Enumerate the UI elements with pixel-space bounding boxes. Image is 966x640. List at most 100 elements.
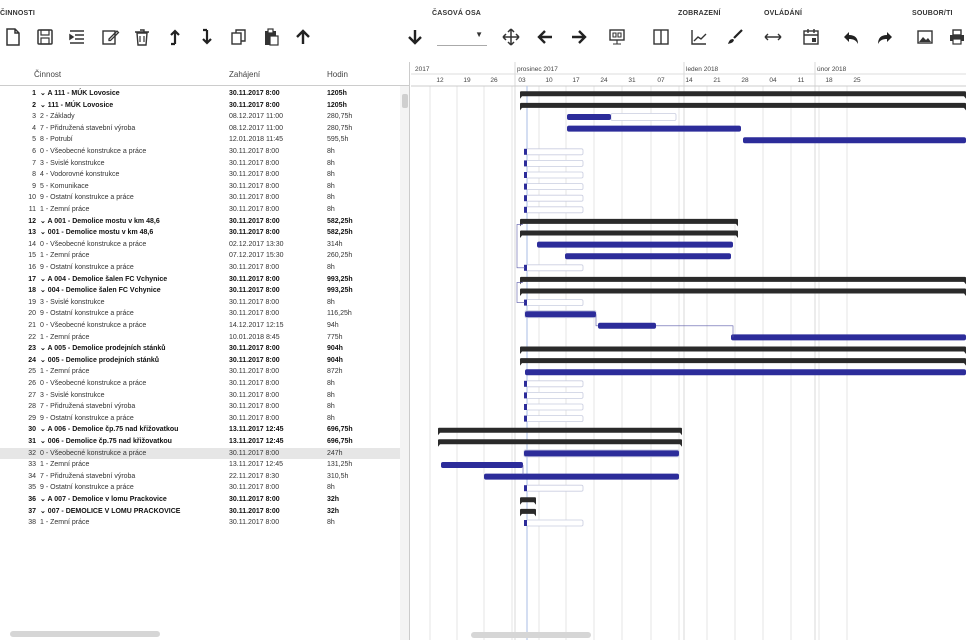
table-row[interactable]: 4 7 - Přidružená stavební výroba 08.12.20… [0,123,402,135]
row-number: 16 [28,264,36,271]
grid-header: Činnost Zahájení Hodin [0,62,409,86]
edit-button[interactable] [97,24,123,50]
day-label: 10 [545,77,553,84]
table-row[interactable]: 24 ⌄ 005 - Demolice prodejních stánků 30.… [0,355,402,367]
chart-button[interactable] [686,24,712,50]
row-start: 30.11.2017 8:00 [229,101,280,109]
table-row[interactable]: 32 0 - Všeobecné konstrukce a práce 30.11… [0,447,402,460]
export-image-button[interactable] [912,24,938,50]
table-row[interactable]: 35 9 - Ostatní konstrukce a práce 30.11.2… [0,482,402,494]
table-row[interactable]: 38 1 - Zemní práce 30.11.2017 8:00 8h [0,517,402,529]
resize-icon [764,33,782,41]
table-row[interactable]: 23 ⌄ A 005 - Demolice prodejních stánků 30… [0,343,402,355]
table-row[interactable]: 6 0 - Všeobecné konstrukce a práce 30.11.… [0,146,402,158]
row-name: ⌄ 001 - Demolice mostu v km 48,6 [40,229,154,237]
table-row[interactable]: 2 ⌄ 111 - MÚK Lovosice 30.11.2017 8:00 120… [0,100,402,112]
redo-button[interactable] [872,24,898,50]
task-bar [598,322,656,329]
calendar-button[interactable] [798,24,824,50]
copy-button[interactable] [226,24,252,50]
table-row[interactable]: 34 7 - Přidružená stavební výroba 22.11.2… [0,471,402,483]
table-row[interactable]: 36 ⌄ A 007 - Demolice v lomu Prackovice 30… [0,494,402,506]
task-bar-empty [525,484,584,492]
table-row[interactable]: 20 9 - Ostatní konstrukce a práce 30.11.2… [0,308,402,320]
delete-button[interactable] [129,24,155,50]
table-row[interactable]: 21 0 - Všeobecné konstrukce a práce 14.12… [0,320,402,332]
row-start: 30.11.2017 8:00 [229,90,280,97]
table-row[interactable]: 18 ⌄ 004 - Demolice šalen FC Vchynice 30.… [0,285,402,297]
table-row[interactable]: 25 1 - Zemní práce 30.11.2017 8:00 872h [0,366,402,378]
table-row[interactable]: 8 4 - Vodorovné konstrukce 30.11.2017 8:0… [0,169,402,181]
table-row[interactable]: 13 ⌄ 001 - Demolice mostu v km 48,6 30.11… [0,227,402,239]
table-row[interactable]: 10 9 - Ostatní konstrukce a práce 30.11.2… [0,192,402,204]
brush-button[interactable] [722,24,748,50]
print-button[interactable] [944,24,966,50]
header-name[interactable]: Činnost [34,70,61,79]
table-row[interactable]: 22 1 - Zemní práce 10.01.2018 8:45 775h [0,332,402,344]
table-row[interactable]: 15 1 - Zemní práce 07.12.2017 15:30 260,25… [0,250,402,262]
row-hours: 8h [327,264,335,271]
table-row[interactable]: 37 ⌄ 007 - DEMOLICE V LOMU PRACKOVICE 30.… [0,506,402,518]
row-start: 30.11.2017 8:00 [229,217,280,225]
table-row[interactable]: 3 2 - Základy 08.12.2017 11:00 280,75h [0,111,402,123]
move-down-button[interactable] [194,24,220,50]
header-hours[interactable]: Hodin [327,70,348,79]
calendar-icon [803,29,819,45]
scroll-left-button[interactable] [532,24,558,50]
row-start: 13.11.2017 12:45 [229,426,284,434]
day-label: 24 [600,77,608,84]
new-button[interactable] [0,24,26,50]
save-button[interactable] [32,24,58,50]
row-number: 13 [28,229,36,237]
table-row[interactable]: 11 1 - Zemní práce 30.11.2017 8:00 8h [0,204,402,216]
row-number: 18 [28,287,36,295]
table-row[interactable]: 17 ⌄ A 004 - Demolice šalen FC Vchynice 30… [0,274,402,286]
row-hours: 116,25h [327,310,352,318]
table-row[interactable]: 16 9 - Ostatní konstrukce a práce 30.11.2… [0,262,402,274]
horizontal-scrollbar[interactable] [10,631,160,637]
task-start-marker [524,183,527,190]
table-row[interactable]: 19 3 - Svislé konstrukce 30.11.2017 8:00 8… [0,297,402,309]
toolbar: ČINNOSTI ČASOVÁ OSA ZOBRAZENÍ OVLÁDÁNÍ S… [0,0,966,62]
table-row[interactable]: 7 3 - Svislé konstrukce 30.11.2017 8:00 8h [0,158,402,170]
task-bar-empty [610,113,677,121]
table-row[interactable]: 14 0 - Všeobecné konstrukce a práce 02.12… [0,239,402,251]
row-hours: 8h [327,380,335,387]
row-hours: 8h [327,206,335,213]
arrow-up-button[interactable] [290,24,316,50]
row-name: 2 - Základy [40,113,75,121]
row-start: 13.11.2017 12:45 [229,438,284,445]
brush-icon [728,29,743,44]
header-start[interactable]: Zahájení [229,70,260,79]
presentation-button[interactable] [604,24,630,50]
table-row[interactable]: 9 5 - Komunikace 30.11.2017 8:00 8h [0,181,402,193]
arrow-down-button[interactable] [402,24,428,50]
table-row[interactable]: 26 0 - Všeobecné konstrukce a práce 30.11… [0,378,402,390]
columns-button[interactable] [648,24,674,50]
table-row[interactable]: 28 7 - Přidružená stavební výroba 30.11.2… [0,401,402,413]
row-number: 35 [28,484,36,492]
row-start: 30.11.2017 8:00 [229,519,280,527]
vertical-scrollbar[interactable] [400,86,409,640]
table-row[interactable]: 12 ⌄ A 001 - Demolice mostu v km 48,6 30.1… [0,216,402,228]
row-hours: 8h [327,391,335,399]
move-button[interactable] [498,24,524,50]
table-row[interactable]: 1 ⌄ A 111 - MÚK Lovosice 30.11.2017 8:00 12… [0,88,402,100]
resize-button[interactable] [760,24,786,50]
move-up-button[interactable] [162,24,188,50]
table-row[interactable]: 5 8 - Potrubí 12.01.2018 11:45 595,5h [0,134,402,146]
table-row[interactable]: 27 3 - Svislé konstrukce 30.11.2017 8:00 8… [0,390,402,402]
table-row[interactable]: 29 9 - Ostatní konstrukce a práce 30.11.2… [0,413,402,425]
undo-button[interactable] [838,24,864,50]
scroll-thumb[interactable] [402,94,408,108]
indent-button[interactable] [64,24,90,50]
task-bar [524,450,679,457]
table-row[interactable]: 30 ⌄ A 006 - Demolice čp.75 nad křižovatk… [0,424,402,436]
row-start: 30.11.2017 8:00 [229,368,280,376]
table-row[interactable]: 33 1 - Zemní práce 13.11.2017 12:45 131,25… [0,459,402,471]
task-start-marker [524,392,527,399]
scroll-right-button[interactable] [566,24,592,50]
paste-button[interactable] [258,24,284,50]
table-row[interactable]: 31 ⌄ 006 - Demolice čp.75 nad křižovatko… [0,436,402,448]
zoom-select[interactable]: ▼ [437,28,487,46]
